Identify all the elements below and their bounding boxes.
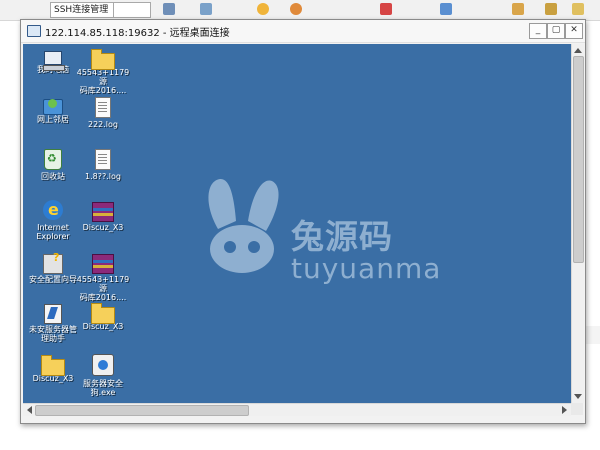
watermark-chinese-text: 兔源码 [291, 217, 393, 256]
remote-desktop-icon [27, 25, 41, 37]
host-combo-2[interactable] [113, 2, 151, 18]
server-tool-icon [44, 304, 62, 324]
scroll-left-arrow-icon[interactable] [27, 406, 32, 414]
host-toolbar-icon[interactable] [163, 3, 175, 15]
vertical-scrollbar[interactable] [571, 44, 584, 403]
desktop-icon-discuz-folder[interactable]: Discuz_X3 [25, 354, 81, 383]
host-toolbar-icon[interactable] [512, 3, 524, 15]
host-toolbar-icon[interactable] [380, 3, 392, 15]
watermark-bunny-logo [208, 178, 279, 273]
close-button[interactable]: ✕ [565, 23, 583, 39]
window-titlebar[interactable]: 122.114.85.118:19632 - 远程桌面连接 _ ▢ ✕ [21, 20, 585, 43]
recycle-bin-icon [44, 149, 62, 170]
scroll-down-arrow-icon[interactable] [574, 394, 582, 399]
horizontal-scrollbar[interactable] [23, 403, 571, 416]
document-icon [95, 149, 111, 170]
remote-desktop-window: 122.114.85.118:19632 - 远程桌面连接 _ ▢ ✕ 我的电脑… [20, 19, 586, 424]
rar-icon [92, 254, 114, 274]
desktop-icon-internet-explorer[interactable]: Internet Explorer [25, 200, 81, 241]
desktop-icon-source-folder[interactable]: 45543+1179源 码库2016.... [75, 48, 131, 95]
security-wizard-icon [43, 251, 63, 274]
scrollbar-corner [571, 403, 583, 415]
ie-icon [43, 200, 63, 220]
watermark-english-text: tuyuanma [291, 252, 442, 285]
computer-icon [43, 51, 65, 71]
network-icon [43, 99, 63, 115]
folder-icon [41, 355, 65, 376]
host-toolbar-icon[interactable] [290, 3, 302, 15]
remote-desktop-area[interactable]: 我的电脑 网上邻居 回收站 Internet Explorer 安全配置向导 未… [23, 44, 571, 403]
minimize-button[interactable]: _ [529, 23, 547, 39]
desktop-icon-discuz-folder[interactable]: Discuz_X3 [75, 302, 131, 331]
host-toolbar-icon[interactable] [440, 3, 452, 15]
window-title: 122.114.85.118:19632 - 远程桌面连接 [45, 28, 230, 39]
host-toolbar-icon[interactable] [572, 3, 584, 15]
desktop-icon-log-file[interactable]: 1.8??.log [75, 148, 131, 181]
folder-icon [91, 303, 115, 324]
desktop-icon-safedog[interactable]: 服务器安全 狗.exe [75, 354, 131, 397]
desktop-icon-security-wizard[interactable]: 安全配置向导 [25, 251, 81, 284]
restore-button[interactable]: ▢ [547, 23, 565, 39]
rar-icon [92, 202, 114, 222]
host-toolbar: SSH连接管理 [0, 0, 600, 21]
safedog-icon [92, 354, 114, 376]
desktop-icon-source-archive[interactable]: 45543+1179源 码库2016.... [75, 252, 131, 302]
desktop-icon-network[interactable]: 网上邻居 [25, 96, 81, 124]
host-toolbar-icon[interactable] [257, 3, 269, 15]
document-icon [95, 97, 111, 118]
desktop-icon-my-computer[interactable]: 我的电脑 [25, 48, 81, 74]
desktop-icon-log-file[interactable]: 222.log [75, 96, 131, 129]
host-connection-combo[interactable]: SSH连接管理 [50, 2, 114, 18]
vertical-scroll-thumb[interactable] [573, 56, 584, 263]
desktop-icon-discuz-archive[interactable]: Discuz_X3 [75, 200, 131, 232]
horizontal-scroll-thumb[interactable] [35, 405, 249, 416]
host-toolbar-icon[interactable] [200, 3, 212, 15]
desktop-icon-server-tool[interactable]: 未安服务器管 理助手 [25, 302, 81, 343]
scroll-right-arrow-icon[interactable] [562, 406, 567, 414]
folder-icon [91, 49, 115, 70]
scroll-up-arrow-icon[interactable] [574, 48, 582, 53]
host-toolbar-icon[interactable] [545, 3, 557, 15]
desktop-icon-recycle-bin[interactable]: 回收站 [25, 148, 81, 181]
host-side-panel [585, 326, 600, 344]
